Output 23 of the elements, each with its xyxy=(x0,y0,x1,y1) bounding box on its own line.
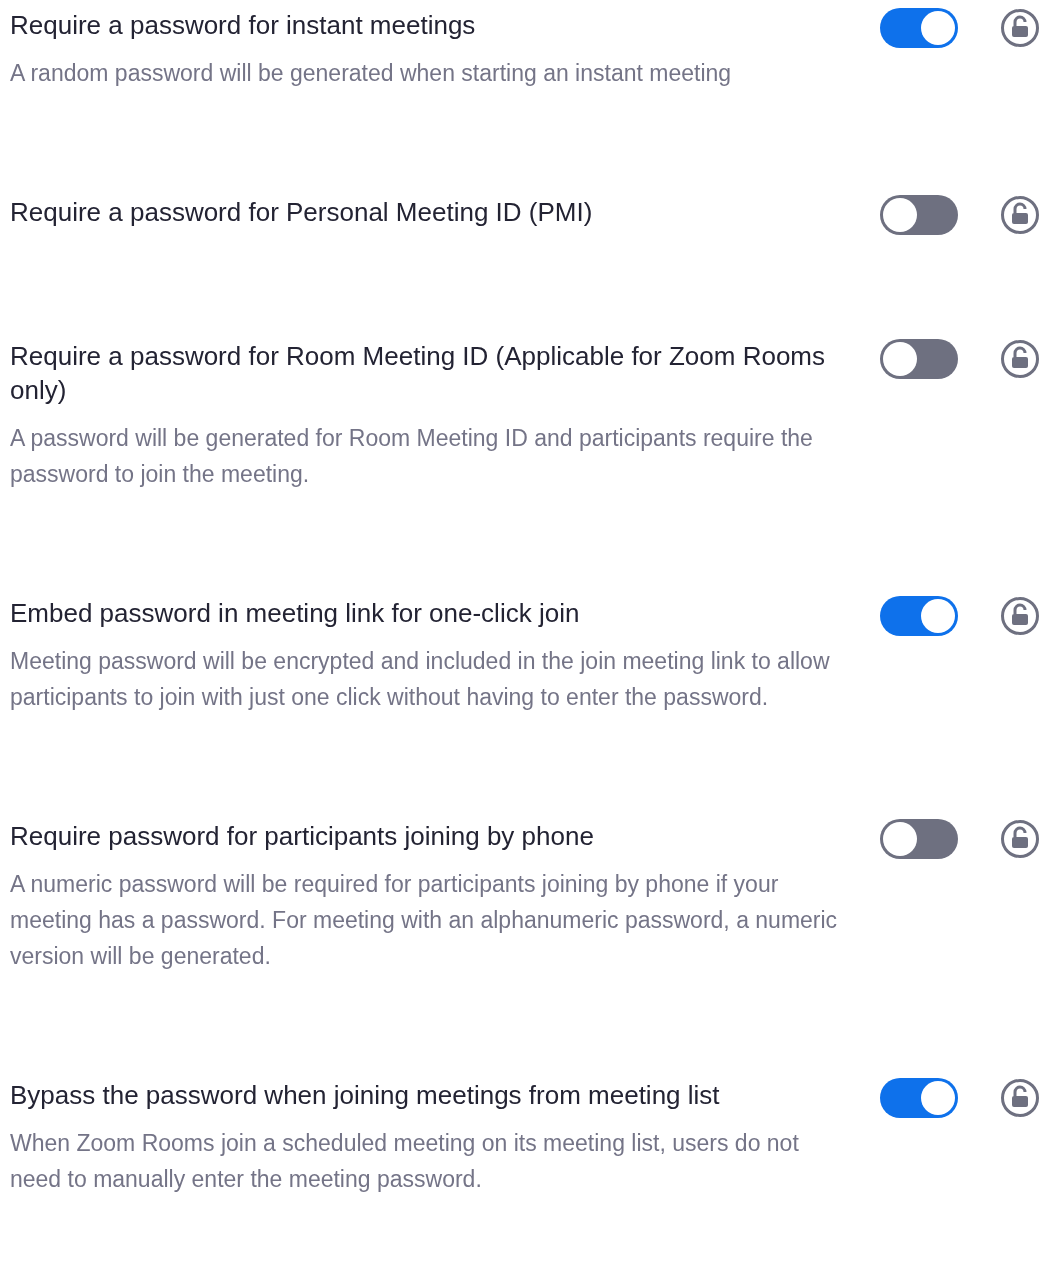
setting-description: A numeric password will be required for participants joining by phone if your meeting has a password. For meeting with an alphanumeric password, a numeric version will be generated. xyxy=(10,870,839,971)
toggle-switch[interactable] xyxy=(880,596,958,636)
setting-description: A password will be generated for Room Meeting ID and participants require the password to join the meeting. xyxy=(10,424,814,489)
unlocked-padlock-icon[interactable] xyxy=(1000,596,1040,636)
setting-title: Embed password in meeting link for one-click join xyxy=(10,597,581,630)
setting-title: Require a password for Personal Meeting ID (PMI) xyxy=(10,196,594,229)
toggle-switch[interactable] xyxy=(880,195,958,235)
setting-title: Bypass the password when joining meetings from meeting list xyxy=(10,1079,721,1112)
setting-description: When Zoom Rooms join a scheduled meeting on its meeting list, users do not need to manually enter the meeting password. xyxy=(10,1129,800,1194)
setting-title: Require password for participants joining by phone xyxy=(10,820,595,853)
toggle-switch[interactable] xyxy=(880,339,958,379)
toggle-switch[interactable] xyxy=(880,819,958,859)
toggle-switch[interactable] xyxy=(880,1078,958,1118)
unlocked-padlock-icon[interactable] xyxy=(1000,8,1040,48)
setting-title: Require a password for Room Meeting ID (Applicable for Zoom Rooms only) xyxy=(10,340,826,407)
setting-description: A random password will be generated when starting an instant meeting xyxy=(10,59,733,88)
setting-description: Meeting password will be encrypted and included in the join meeting link to allow participants to join with just one click without having to enter the password. xyxy=(10,647,831,712)
unlocked-padlock-icon[interactable] xyxy=(1000,1078,1040,1118)
unlocked-padlock-icon[interactable] xyxy=(1000,819,1040,859)
unlocked-padlock-icon[interactable] xyxy=(1000,195,1040,235)
toggle-switch[interactable] xyxy=(880,8,958,48)
setting-title: Require a password for instant meetings xyxy=(10,9,477,42)
unlocked-padlock-icon[interactable] xyxy=(1000,339,1040,379)
